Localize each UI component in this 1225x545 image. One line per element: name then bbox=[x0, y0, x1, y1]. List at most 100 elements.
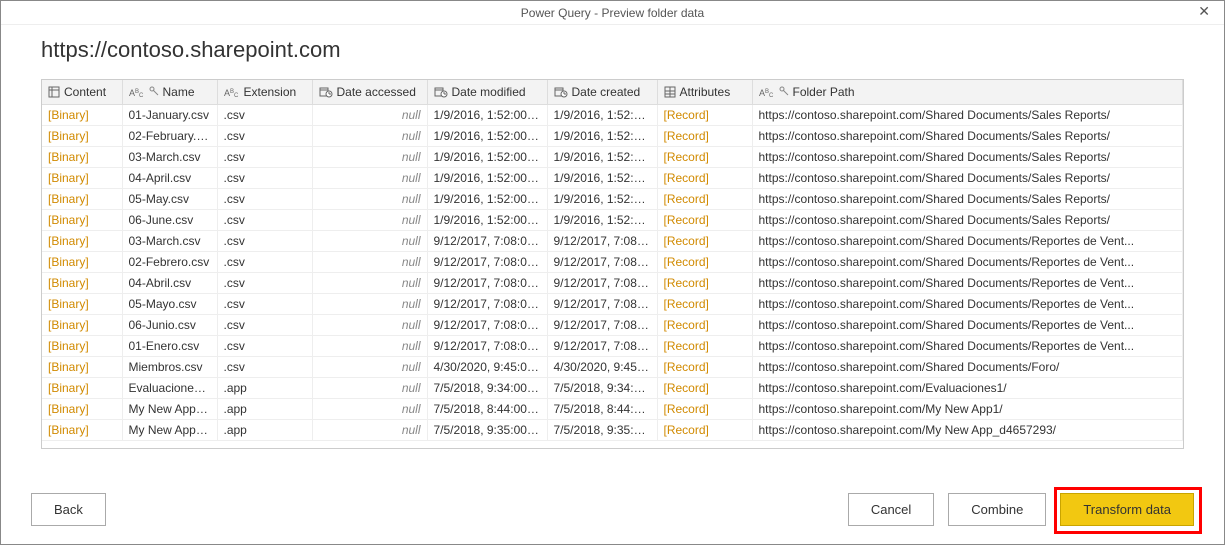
titlebar: Power Query - Preview folder data ✕ bbox=[1, 1, 1224, 25]
cell-attributes[interactable]: [Record] bbox=[657, 104, 752, 125]
table-row[interactable]: [Binary]My New App.app.appnull7/5/2018, … bbox=[42, 398, 1183, 419]
cell-date-modified: 9/12/2017, 7:08:00 AM bbox=[427, 293, 547, 314]
table-row[interactable]: [Binary]02-Febrero.csv.csvnull9/12/2017,… bbox=[42, 251, 1183, 272]
cell-name: 02-February.csv bbox=[122, 125, 217, 146]
page-title: https://contoso.sharepoint.com bbox=[1, 25, 1224, 79]
text-icon: ABC bbox=[759, 86, 775, 98]
transform-data-button[interactable]: Transform data bbox=[1060, 493, 1194, 526]
cell-attributes[interactable]: [Record] bbox=[657, 398, 752, 419]
cell-name: Evaluaciones.app bbox=[122, 377, 217, 398]
cell-date-created: 9/12/2017, 7:08:00 A... bbox=[547, 314, 657, 335]
cell-date-accessed: null bbox=[312, 188, 427, 209]
cell-content[interactable]: [Binary] bbox=[42, 356, 122, 377]
cell-attributes[interactable]: [Record] bbox=[657, 314, 752, 335]
cell-name: 06-Junio.csv bbox=[122, 314, 217, 335]
table-row[interactable]: [Binary]05-Mayo.csv.csvnull9/12/2017, 7:… bbox=[42, 293, 1183, 314]
cell-attributes[interactable]: [Record] bbox=[657, 251, 752, 272]
col-header-extension[interactable]: ABC Extension bbox=[217, 80, 312, 104]
cell-extension: .csv bbox=[217, 167, 312, 188]
cell-extension: .csv bbox=[217, 251, 312, 272]
cell-extension: .csv bbox=[217, 230, 312, 251]
cell-attributes[interactable]: [Record] bbox=[657, 293, 752, 314]
col-label: Folder Path bbox=[793, 85, 855, 99]
cell-content[interactable]: [Binary] bbox=[42, 293, 122, 314]
cell-content[interactable]: [Binary] bbox=[42, 377, 122, 398]
cell-date-created: 9/12/2017, 7:08:00 A... bbox=[547, 293, 657, 314]
col-header-date-accessed[interactable]: Date accessed bbox=[312, 80, 427, 104]
cell-folder-path: https://contoso.sharepoint.com/Shared Do… bbox=[752, 251, 1183, 272]
cell-name: 01-January.csv bbox=[122, 104, 217, 125]
cell-extension: .csv bbox=[217, 272, 312, 293]
cell-attributes[interactable]: [Record] bbox=[657, 146, 752, 167]
cell-attributes[interactable]: [Record] bbox=[657, 125, 752, 146]
cell-date-accessed: null bbox=[312, 146, 427, 167]
table-row[interactable]: [Binary]06-June.csv.csvnull1/9/2016, 1:5… bbox=[42, 209, 1183, 230]
cell-folder-path: https://contoso.sharepoint.com/Shared Do… bbox=[752, 188, 1183, 209]
cell-date-accessed: null bbox=[312, 272, 427, 293]
cell-content[interactable]: [Binary] bbox=[42, 272, 122, 293]
cell-content[interactable]: [Binary] bbox=[42, 188, 122, 209]
cell-attributes[interactable]: [Record] bbox=[657, 377, 752, 398]
text-icon: ABC bbox=[224, 86, 240, 98]
cell-date-accessed: null bbox=[312, 125, 427, 146]
cell-attributes[interactable]: [Record] bbox=[657, 272, 752, 293]
cell-attributes[interactable]: [Record] bbox=[657, 167, 752, 188]
table-row[interactable]: [Binary]06-Junio.csv.csvnull9/12/2017, 7… bbox=[42, 314, 1183, 335]
cancel-button[interactable]: Cancel bbox=[848, 493, 934, 526]
cell-date-created: 9/12/2017, 7:08:00 A... bbox=[547, 251, 657, 272]
cell-date-modified: 9/12/2017, 7:08:00 AM bbox=[427, 251, 547, 272]
cell-folder-path: https://contoso.sharepoint.com/Shared Do… bbox=[752, 293, 1183, 314]
table-row[interactable]: [Binary]05-May.csv.csvnull1/9/2016, 1:52… bbox=[42, 188, 1183, 209]
table-row[interactable]: [Binary]03-March.csv.csvnull1/9/2016, 1:… bbox=[42, 146, 1183, 167]
col-header-folder-path[interactable]: ABC Folder Path bbox=[752, 80, 1183, 104]
cell-date-modified: 9/12/2017, 7:08:00 AM bbox=[427, 272, 547, 293]
cell-date-created: 9/12/2017, 7:08:00 A... bbox=[547, 335, 657, 356]
cell-name: 02-Febrero.csv bbox=[122, 251, 217, 272]
col-header-attributes[interactable]: Attributes bbox=[657, 80, 752, 104]
combine-button[interactable]: Combine bbox=[948, 493, 1046, 526]
table-row[interactable]: [Binary]Miembros.csv.csvnull4/30/2020, 9… bbox=[42, 356, 1183, 377]
cell-content[interactable]: [Binary] bbox=[42, 314, 122, 335]
cell-attributes[interactable]: [Record] bbox=[657, 188, 752, 209]
table-row[interactable]: [Binary]01-January.csv.csvnull1/9/2016, … bbox=[42, 104, 1183, 125]
col-label: Date accessed bbox=[337, 85, 416, 99]
table-row[interactable]: [Binary]04-April.csv.csvnull1/9/2016, 1:… bbox=[42, 167, 1183, 188]
table-row[interactable]: [Binary]04-Abril.csv.csvnull9/12/2017, 7… bbox=[42, 272, 1183, 293]
cell-attributes[interactable]: [Record] bbox=[657, 209, 752, 230]
cell-content[interactable]: [Binary] bbox=[42, 419, 122, 440]
cell-date-modified: 7/5/2018, 9:35:00 AM bbox=[427, 419, 547, 440]
cell-date-created: 7/5/2018, 8:44:00 AM bbox=[547, 398, 657, 419]
cell-date-accessed: null bbox=[312, 209, 427, 230]
cell-date-modified: 1/9/2016, 1:52:00 PM bbox=[427, 125, 547, 146]
cell-content[interactable]: [Binary] bbox=[42, 398, 122, 419]
cell-attributes[interactable]: [Record] bbox=[657, 335, 752, 356]
cell-content[interactable]: [Binary] bbox=[42, 230, 122, 251]
cell-content[interactable]: [Binary] bbox=[42, 209, 122, 230]
close-icon[interactable]: ✕ bbox=[1192, 3, 1216, 20]
table-row[interactable]: [Binary]Evaluaciones.app.appnull7/5/2018… bbox=[42, 377, 1183, 398]
table-row[interactable]: [Binary]01-Enero.csv.csvnull9/12/2017, 7… bbox=[42, 335, 1183, 356]
col-header-date-created[interactable]: Date created bbox=[547, 80, 657, 104]
col-header-content[interactable]: Content bbox=[42, 80, 122, 104]
cell-attributes[interactable]: [Record] bbox=[657, 230, 752, 251]
cell-content[interactable]: [Binary] bbox=[42, 167, 122, 188]
cell-attributes[interactable]: [Record] bbox=[657, 356, 752, 377]
cell-content[interactable]: [Binary] bbox=[42, 125, 122, 146]
table-row[interactable]: [Binary]My New App.app.appnull7/5/2018, … bbox=[42, 419, 1183, 440]
svg-text:C: C bbox=[769, 93, 774, 98]
cell-content[interactable]: [Binary] bbox=[42, 335, 122, 356]
back-button[interactable]: Back bbox=[31, 493, 106, 526]
cell-folder-path: https://contoso.sharepoint.com/My New Ap… bbox=[752, 419, 1183, 440]
cell-content[interactable]: [Binary] bbox=[42, 146, 122, 167]
cell-date-accessed: null bbox=[312, 356, 427, 377]
cell-content[interactable]: [Binary] bbox=[42, 251, 122, 272]
cell-attributes[interactable]: [Record] bbox=[657, 419, 752, 440]
col-header-name[interactable]: ABC Name bbox=[122, 80, 217, 104]
cell-content[interactable]: [Binary] bbox=[42, 104, 122, 125]
table-row[interactable]: [Binary]02-February.csv.csvnull1/9/2016,… bbox=[42, 125, 1183, 146]
col-header-date-modified[interactable]: Date modified bbox=[427, 80, 547, 104]
cell-date-created: 7/5/2018, 9:35:00 AM bbox=[547, 419, 657, 440]
table-row[interactable]: [Binary]03-March.csv.csvnull9/12/2017, 7… bbox=[42, 230, 1183, 251]
table-icon bbox=[48, 86, 60, 98]
cell-name: 04-April.csv bbox=[122, 167, 217, 188]
